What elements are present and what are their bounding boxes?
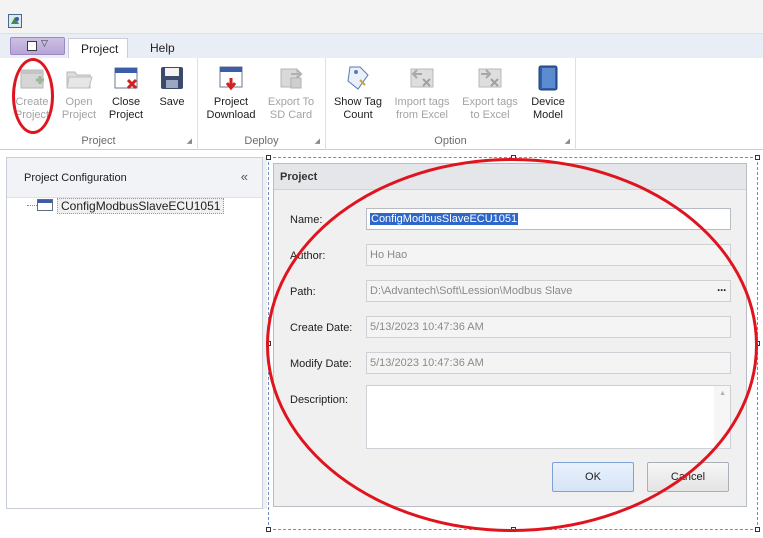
double-chevron-left-icon[interactable]: « — [241, 169, 248, 184]
path-field-value: D:\Advantech\Soft\Lession\Modbus Slave — [370, 285, 573, 297]
description-scrollbar[interactable]: ▲ — [714, 386, 730, 448]
resize-handle[interactable] — [755, 527, 760, 532]
resize-handle[interactable] — [511, 527, 516, 532]
export-sd-label-2: SD Card — [269, 109, 313, 121]
resize-handle[interactable] — [755, 341, 760, 346]
tag-icon — [347, 66, 369, 90]
sd-card-export-icon — [280, 68, 303, 89]
resize-handle[interactable] — [511, 155, 516, 160]
panel-splitter[interactable] — [263, 157, 267, 509]
close-project-icon — [114, 67, 138, 90]
create-project-button[interactable]: Create Project — [10, 64, 54, 122]
device-model-label-1: Device — [531, 96, 565, 108]
name-field-value: ConfigModbusSlaveECU1051 — [370, 213, 519, 225]
tab-help[interactable]: Help — [138, 38, 183, 59]
description-label: Description: — [290, 394, 349, 406]
path-field[interactable]: D:\Advantech\Soft\Lession\Modbus Slave ·… — [366, 280, 731, 302]
dialog-launcher-icon[interactable]: ◢ — [187, 137, 192, 145]
name-label: Name: — [290, 214, 323, 226]
ribbon-group-deploy: Project Download Export To SD Card Deplo… — [198, 58, 326, 150]
save-label: Save — [159, 96, 185, 108]
project-download-label-2: Download — [206, 109, 256, 121]
import-excel-icon — [410, 68, 434, 88]
close-project-label-2: Project — [108, 109, 144, 121]
ok-button[interactable]: OK — [552, 462, 634, 492]
show-tag-count-label-2: Count — [343, 109, 373, 121]
project-download-label-1: Project — [213, 96, 249, 108]
save-button[interactable]: Save — [150, 64, 194, 109]
export-tags-label-1: Export tags — [462, 96, 518, 108]
download-icon — [219, 66, 243, 91]
dialog-launcher-icon[interactable]: ◢ — [565, 137, 570, 145]
open-project-label-1: Open — [65, 96, 93, 108]
dialog-launcher-icon[interactable]: ◢ — [315, 137, 320, 145]
resize-handle[interactable] — [266, 155, 271, 160]
ribbon-group-project: Create Project Open Project Close Projec… — [0, 58, 198, 150]
ribbon-group-option: Show Tag Count Import tags from Excel Ex… — [326, 58, 576, 150]
ribbon-group-label-project: Project — [81, 135, 116, 147]
device-model-label-2: Model — [533, 109, 563, 121]
panel-title: Project Configuration — [24, 172, 127, 184]
export-excel-icon — [478, 68, 502, 88]
open-project-button[interactable]: Open Project — [56, 64, 102, 122]
dialog-header: Project — [274, 164, 746, 190]
tab-project[interactable]: Project — [68, 38, 128, 59]
show-tag-count-button[interactable]: Show Tag Count — [330, 64, 386, 122]
browse-ellipsis-icon[interactable]: ··· — [717, 283, 727, 297]
chevron-down-icon: ▽ — [41, 39, 48, 49]
export-tags-label-2: to Excel — [470, 109, 510, 121]
app-icon — [8, 14, 22, 28]
create-project-label-1: Create — [15, 96, 49, 108]
close-project-button[interactable]: Close Project — [104, 64, 148, 122]
import-tags-label-2: from Excel — [396, 109, 448, 121]
import-tags-label-1: Import tags — [394, 96, 450, 108]
project-configuration-panel: Project Configuration « ConfigModbusSlav… — [6, 157, 263, 509]
export-to-sd-card-button[interactable]: Export To SD Card — [262, 64, 320, 122]
tree-item-label[interactable]: ConfigModbusSlaveECU1051 — [57, 198, 225, 214]
book-icon — [538, 65, 558, 91]
title-bar — [0, 0, 763, 34]
app-menu-icon — [27, 41, 37, 51]
ribbon-tab-bar: ▽ Project Help — [0, 34, 763, 59]
create-date-label: Create Date: — [290, 322, 353, 334]
export-sd-label-1: Export To — [267, 96, 315, 108]
create-date-field[interactable]: 5/13/2023 10:47:36 AM — [366, 316, 731, 338]
open-project-label-2: Project — [61, 109, 97, 121]
modify-date-label: Modify Date: — [290, 358, 352, 370]
cancel-button[interactable]: Cancel — [647, 462, 729, 492]
create-project-icon — [20, 69, 44, 89]
resize-handle[interactable] — [755, 155, 760, 160]
create-project-label-2: Project — [14, 109, 50, 121]
folder-icon — [66, 71, 93, 89]
ribbon-group-label-option: Option — [434, 135, 467, 147]
project-window-icon — [37, 199, 53, 211]
floppy-disk-icon — [161, 67, 183, 89]
resize-handle[interactable] — [266, 527, 271, 532]
close-project-label-1: Close — [111, 96, 141, 108]
author-label: Author: — [290, 250, 326, 262]
resize-handle[interactable] — [266, 341, 271, 346]
scroll-up-arrow-icon[interactable]: ▲ — [719, 390, 726, 397]
name-field[interactable]: ConfigModbusSlaveECU1051 — [366, 208, 731, 230]
description-textarea[interactable]: ▲ — [366, 385, 731, 449]
project-dialog: Project Name: ConfigModbusSlaveECU1051 A… — [273, 163, 747, 507]
project-download-button[interactable]: Project Download — [204, 64, 258, 122]
application-menu-button[interactable]: ▽ — [10, 37, 65, 55]
import-tags-button[interactable]: Import tags from Excel — [390, 64, 454, 122]
ribbon: Create Project Open Project Close Projec… — [0, 58, 763, 150]
ribbon-group-label-deploy: Deploy — [244, 135, 279, 147]
author-field[interactable]: Ho Hao — [366, 244, 731, 266]
export-tags-button[interactable]: Export tags to Excel — [458, 64, 522, 122]
panel-header: Project Configuration « — [7, 158, 262, 198]
dialog-title: Project — [280, 171, 318, 183]
tree-connector-line — [27, 205, 37, 206]
path-label: Path: — [290, 286, 316, 298]
modify-date-field[interactable]: 5/13/2023 10:47:36 AM — [366, 352, 731, 374]
device-model-button[interactable]: Device Model — [524, 64, 572, 122]
show-tag-count-label-1: Show Tag — [333, 96, 383, 108]
